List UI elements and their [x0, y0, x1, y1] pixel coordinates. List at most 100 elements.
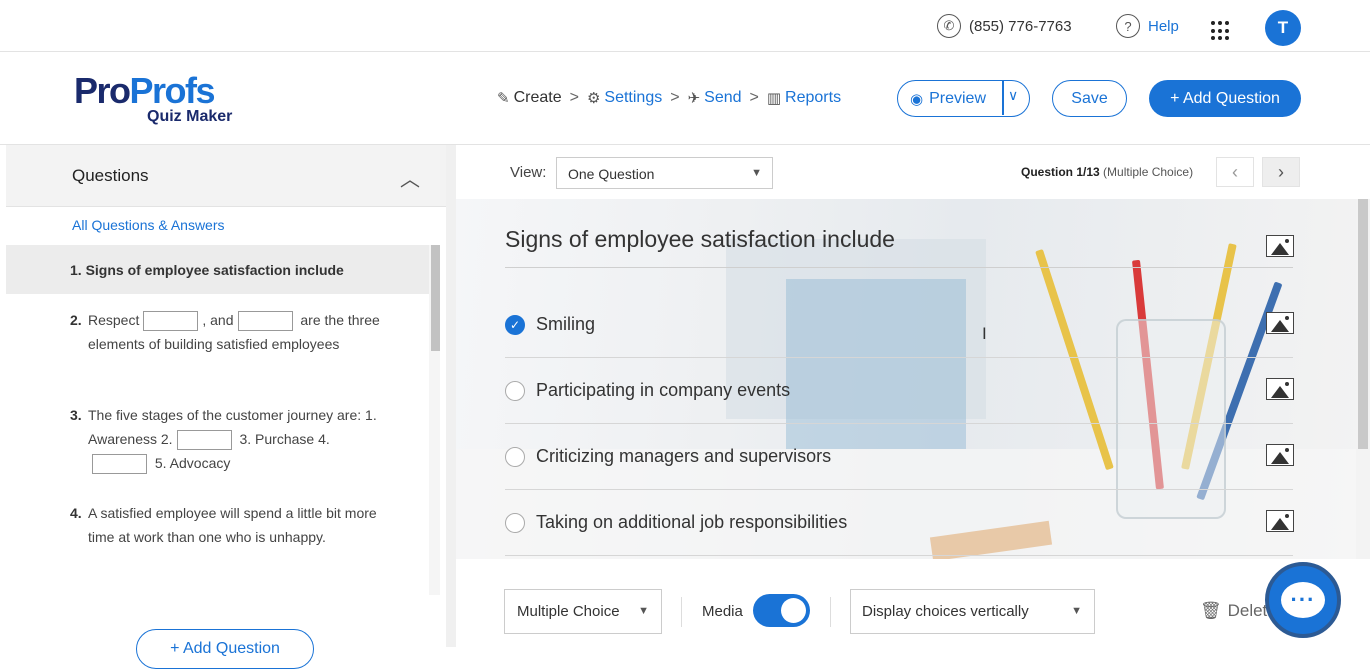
toolbar-divider: [830, 597, 831, 627]
media-label: Media: [702, 603, 743, 620]
radio-icon[interactable]: [505, 512, 525, 533]
help-icon: ?: [1116, 14, 1140, 38]
view-select[interactable]: One Question ▼: [556, 157, 773, 189]
save-button[interactable]: Save: [1052, 80, 1127, 117]
next-question-button[interactable]: ›: [1262, 157, 1300, 187]
question-text: Respect: [88, 312, 140, 328]
help-link[interactable]: ? Help: [1116, 14, 1179, 38]
question-title[interactable]: Signs of employee satisfaction include: [505, 226, 895, 253]
panel-divider: [446, 145, 456, 647]
question-text: The five stages of the customer journey …: [88, 407, 377, 447]
answer-choice[interactable]: Taking on additional job responsibilitie…: [505, 490, 1293, 556]
question-text: A satisfied employee will spend a little…: [88, 505, 377, 545]
image-icon[interactable]: [1266, 378, 1294, 400]
phone-icon: ✆: [937, 14, 961, 38]
questions-sidebar: Questions ︿ All Questions & Answers 1. S…: [6, 145, 446, 669]
checked-radio-icon[interactable]: ✓: [505, 314, 525, 335]
blank-field: [176, 430, 232, 451]
preview-button[interactable]: ◉ Preview ∨: [897, 80, 1030, 117]
logo-pro: Pro: [74, 70, 131, 111]
logo-profs: Profs: [129, 70, 216, 111]
question-list-item[interactable]: 4. A satisfied employee will spend a lit…: [70, 501, 380, 549]
image-icon[interactable]: [1266, 312, 1294, 334]
crumb-send-label: Send: [704, 89, 742, 106]
answer-choice[interactable]: ✓ Smiling: [505, 292, 1293, 358]
question-background-area: Signs of employee satisfaction include ✓…: [456, 199, 1356, 559]
image-icon[interactable]: [1266, 444, 1294, 466]
image-icon[interactable]: [1266, 235, 1294, 257]
question-editor: View: One Question ▼ Question 1/13 (Mult…: [456, 145, 1370, 647]
question-toolbar: Multiple Choice ▼ Media Display choices …: [456, 559, 1370, 647]
image-icon[interactable]: [1266, 510, 1294, 532]
crumb-create[interactable]: ✎ Create: [497, 89, 562, 107]
question-list-item-active[interactable]: 1. Signs of employee satisfaction includ…: [6, 245, 429, 294]
apps-grid-icon[interactable]: [1211, 21, 1231, 41]
question-number: 3.: [70, 407, 82, 423]
question-type-select[interactable]: Multiple Choice ▼: [504, 589, 662, 634]
question-text: 4.: [318, 431, 330, 447]
question-list-item[interactable]: 3. The five stages of the customer journ…: [70, 403, 390, 475]
chevron-right-icon: ›: [1278, 161, 1284, 182]
send-icon: ✈: [687, 90, 701, 107]
question-list-item[interactable]: 2. Respect, and are the three elements o…: [70, 308, 380, 356]
add-question-button[interactable]: + Add Question: [1149, 80, 1301, 117]
dropdown-arrow-icon: ▼: [751, 167, 762, 179]
phone-link[interactable]: ✆ (855) 776-7763: [937, 14, 1072, 38]
crumb-separator: >: [569, 89, 579, 106]
crumb-send[interactable]: ✈ Send: [688, 89, 742, 107]
sidebar-title: Questions: [72, 165, 149, 185]
blank-field: [143, 311, 199, 332]
preview-split-divider: [1002, 81, 1004, 115]
phone-number: (855) 776-7763: [969, 17, 1072, 35]
crumb-create-label: Create: [513, 89, 562, 106]
view-select-value: One Question: [568, 166, 655, 182]
display-choices-value: Display choices vertically: [862, 603, 1029, 620]
sidebar-scrollbar-thumb[interactable]: [431, 245, 440, 351]
answer-choice[interactable]: Criticizing managers and supervisors: [505, 424, 1293, 490]
delete-label: Delet: [1227, 601, 1268, 620]
proprofs-logo[interactable]: ProProfs Quiz Maker: [74, 70, 232, 126]
radio-icon[interactable]: [505, 380, 525, 401]
question-text: 5. Advocacy: [154, 455, 231, 471]
sidebar-header[interactable]: Questions ︿: [6, 145, 446, 207]
trash-icon: 🗑: [1200, 601, 1222, 620]
view-bar: View: One Question ▼ Question 1/13 (Mult…: [456, 145, 1370, 199]
display-choices-select[interactable]: Display choices vertically ▼: [850, 589, 1095, 634]
answer-choice-text[interactable]: Taking on additional job responsibilitie…: [536, 512, 847, 533]
blank-field: [92, 454, 147, 475]
answer-choice-text[interactable]: Participating in company events: [536, 380, 790, 401]
avatar[interactable]: T: [1265, 10, 1301, 46]
sidebar-add-question-button[interactable]: + Add Question: [136, 629, 314, 669]
bar-chart-icon: ▥: [766, 90, 782, 107]
dropdown-arrow-icon: ▼: [1071, 605, 1082, 617]
toggle-knob: [781, 598, 806, 623]
breadcrumb: ✎ Create > ⚙ Settings > ✈ Send > ▥ Reports: [497, 89, 841, 107]
editor-scrollbar[interactable]: [1356, 199, 1370, 559]
question-number: 4.: [70, 505, 82, 521]
logo-subtitle: Quiz Maker: [147, 108, 233, 125]
chevron-down-icon[interactable]: ∨: [1008, 87, 1018, 104]
question-type-value: Multiple Choice: [517, 603, 620, 620]
chat-widget-button[interactable]: ···: [1265, 562, 1341, 638]
delete-button[interactable]: 🗑 Delet: [1200, 601, 1267, 621]
chevron-left-icon: ‹: [1232, 161, 1238, 182]
eye-icon: ◉: [910, 90, 924, 108]
crumb-reports[interactable]: ▥ Reports: [767, 89, 841, 107]
prev-question-button[interactable]: ‹: [1216, 157, 1254, 187]
answer-choice-text[interactable]: Smiling: [536, 314, 595, 335]
question-counter-type: (Multiple Choice): [1099, 165, 1194, 179]
radio-icon[interactable]: [505, 446, 525, 467]
crumb-separator: >: [749, 89, 759, 106]
title-divider: [505, 267, 1293, 268]
view-label: View:: [510, 164, 547, 181]
answer-choice[interactable]: Participating in company events: [505, 358, 1293, 424]
chevron-up-icon[interactable]: ︿: [400, 163, 420, 192]
editor-scrollbar-thumb[interactable]: [1358, 199, 1368, 449]
all-questions-link[interactable]: All Questions & Answers: [72, 217, 225, 233]
question-number: 2.: [70, 312, 82, 328]
crumb-settings[interactable]: ⚙ Settings: [587, 89, 662, 107]
media-toggle[interactable]: [753, 594, 810, 627]
top-bar: ✆ (855) 776-7763 ? Help T: [0, 0, 1370, 52]
toolbar-divider: [681, 597, 682, 627]
answer-choice-text[interactable]: Criticizing managers and supervisors: [536, 446, 831, 467]
